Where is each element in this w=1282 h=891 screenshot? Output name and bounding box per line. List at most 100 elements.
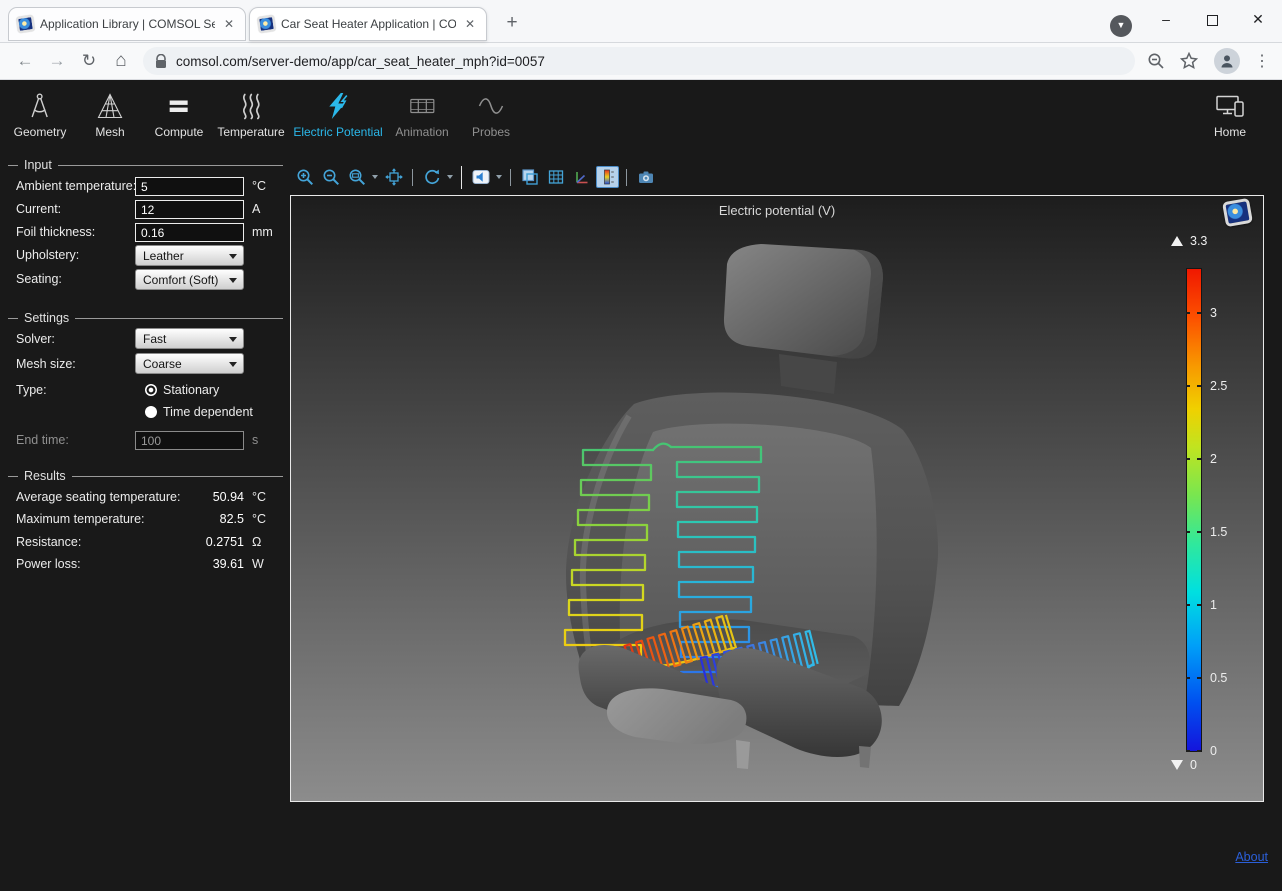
ribbon-button-animation: Animation: [395, 89, 448, 139]
close-tab-icon[interactable]: ✕: [221, 17, 237, 31]
graphics-canvas[interactable]: Electric potential (V): [290, 195, 1264, 802]
seating-select[interactable]: Comfort (Soft): [135, 269, 244, 290]
home-icon[interactable]: ⌂: [108, 48, 134, 74]
comsol-logo-icon: [1222, 198, 1253, 227]
rotate-caret-icon[interactable]: [447, 175, 453, 179]
zoom-box-caret-icon[interactable]: [372, 175, 378, 179]
field-unit: A: [252, 202, 260, 216]
section-header-settings: Settings: [8, 311, 283, 325]
back-icon[interactable]: ←: [12, 48, 38, 74]
car-seat-3d-model: [531, 236, 1001, 776]
colorbar-min-marker-icon: [1171, 760, 1183, 770]
transparency-button[interactable]: [518, 166, 541, 188]
grid-button[interactable]: [544, 166, 567, 188]
plot-title: Electric potential (V): [291, 203, 1263, 218]
zoom-box-button[interactable]: [345, 166, 368, 188]
maximize-button[interactable]: [1189, 0, 1235, 38]
result-label: Maximum temperature:: [16, 512, 145, 526]
close-window-button[interactable]: ✕: [1235, 0, 1281, 38]
comsol-favicon: [257, 15, 276, 33]
forward-icon[interactable]: →: [44, 48, 70, 74]
selected-value: Leather: [143, 249, 184, 263]
ribbon-button-compute[interactable]: Compute: [155, 89, 204, 139]
field-label: Foil thickness:: [16, 225, 95, 239]
view-caret-icon[interactable]: [496, 175, 502, 179]
current-input[interactable]: [135, 200, 244, 219]
field-label: Upholstery:: [16, 248, 79, 262]
new-tab-button[interactable]: +: [498, 9, 526, 37]
reload-icon[interactable]: ↻: [76, 48, 102, 74]
result-value: 39.61: [140, 557, 244, 571]
section-title: Settings: [24, 311, 69, 325]
field-label: Solver:: [16, 332, 55, 346]
ribbon-label: Temperature: [217, 125, 284, 139]
ribbon-button-temperature[interactable]: Temperature: [217, 89, 284, 139]
address-bar[interactable]: comsol.com/server-demo/app/car_seat_heat…: [143, 47, 1135, 75]
radio-label: Stationary: [163, 383, 219, 397]
ribbon-button-probes: Probes: [472, 89, 510, 139]
mesh-size-select[interactable]: Coarse: [135, 353, 244, 374]
film-strip-icon: [395, 89, 448, 122]
ribbon-button-mesh[interactable]: Mesh: [95, 89, 125, 139]
field-unit: °C: [252, 179, 266, 193]
zoom-extents-button[interactable]: [382, 166, 405, 188]
bookmark-star-icon[interactable]: [1177, 49, 1201, 73]
ribbon-label: Compute: [155, 125, 204, 139]
about-link[interactable]: About: [1235, 850, 1268, 864]
section-title: Input: [24, 158, 52, 172]
tab-title: Application Library | COMSOL Se: [40, 17, 215, 31]
colorbar-max-marker-icon: [1171, 236, 1183, 246]
result-unit: °C: [252, 490, 266, 504]
sine-wave-icon: [472, 89, 510, 122]
radio-stationary[interactable]: [145, 384, 157, 396]
close-tab-icon[interactable]: ✕: [462, 17, 478, 31]
url-text[interactable]: comsol.com/server-demo/app/car_seat_heat…: [176, 54, 545, 69]
default-view-button[interactable]: [469, 166, 492, 188]
profile-avatar[interactable]: [1214, 48, 1240, 74]
axes-button[interactable]: [570, 166, 593, 188]
selected-value: Fast: [143, 332, 166, 346]
tab-application-library[interactable]: Application Library | COMSOL Se ✕: [8, 7, 246, 41]
ribbon-button-electric-potential[interactable]: Electric Potential: [293, 89, 382, 139]
tab-search-button[interactable]: ▼: [1110, 15, 1132, 37]
rotate-view-button[interactable]: [420, 166, 443, 188]
radio-time-dependent[interactable]: [145, 406, 157, 418]
field-label: Mesh size:: [16, 357, 76, 371]
tab-car-seat-heater[interactable]: Car Seat Heater Application | CO ✕: [249, 7, 487, 41]
result-value: 82.5: [140, 512, 244, 526]
plot-toolbar: [293, 164, 657, 190]
zoom-in-button[interactable]: [293, 166, 316, 188]
section-header-results: Results: [8, 469, 283, 483]
devices-home-icon: [1213, 89, 1247, 122]
ribbon-button-geometry[interactable]: Geometry: [14, 89, 67, 139]
compute-equals-icon: [155, 89, 204, 122]
lightning-bolt-icon: [293, 89, 382, 122]
comsol-favicon: [16, 15, 35, 33]
chevron-down-icon: [229, 278, 237, 283]
result-label: Resistance:: [16, 535, 81, 549]
lock-icon[interactable]: [155, 54, 167, 69]
end-time-input: [135, 431, 244, 450]
radio-label: Time dependent: [163, 405, 253, 419]
solver-select[interactable]: Fast: [135, 328, 244, 349]
upholstery-select[interactable]: Leather: [135, 245, 244, 266]
browser-toolbar: ← → ↻ ⌂ comsol.com/server-demo/app/car_s…: [0, 43, 1282, 80]
field-label: End time:: [16, 433, 69, 447]
zoom-indicator-icon[interactable]: [1144, 49, 1168, 73]
result-value: 50.94: [140, 490, 244, 504]
chevron-down-icon: ▼: [1117, 20, 1126, 30]
menu-dots-icon[interactable]: ⋮: [1250, 49, 1274, 73]
snapshot-camera-button[interactable]: [634, 166, 657, 188]
chevron-down-icon: [229, 337, 237, 342]
foil-thickness-input[interactable]: [135, 223, 244, 242]
color-legend-button[interactable]: [596, 166, 619, 188]
minimize-button[interactable]: –: [1143, 0, 1189, 38]
ribbon-label: Home: [1213, 125, 1247, 139]
comsol-app: Geometry Mesh Compute Temperature Electr…: [0, 80, 1282, 891]
zoom-out-button[interactable]: [319, 166, 342, 188]
ribbon-label: Mesh: [95, 125, 125, 139]
ambient-temperature-input[interactable]: [135, 177, 244, 196]
ribbon-button-home[interactable]: Home: [1213, 89, 1247, 139]
person-icon: [1219, 53, 1235, 69]
ribbon-label: Geometry: [14, 125, 67, 139]
